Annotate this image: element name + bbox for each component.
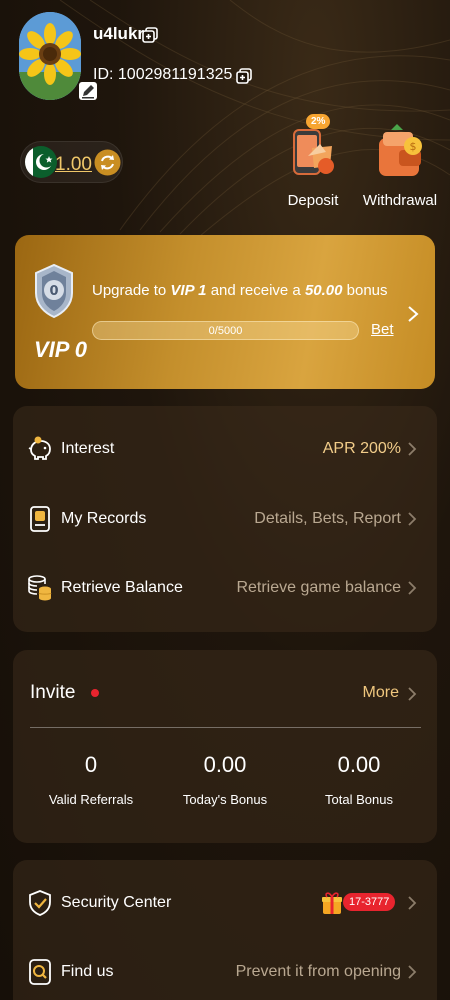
pakistan-flag-icon (25, 146, 57, 178)
withdrawal-icon: $ (369, 122, 431, 188)
retrieve-balance-label: Retrieve Balance (61, 579, 183, 596)
balance-pill[interactable]: 1.00 (20, 141, 123, 183)
menu-item-my-records[interactable]: My Records Details, Bets, Report (13, 499, 437, 539)
copy-username-icon[interactable] (142, 27, 158, 43)
gift-icon (321, 891, 343, 915)
menu-item-interest[interactable]: Interest APR 200% (13, 429, 437, 469)
menu-item-security-center[interactable]: Security Center 17-3777 (13, 883, 437, 923)
vip-progress-bar: 0/5000 (92, 321, 359, 340)
piggy-bank-icon (27, 436, 53, 462)
vip-upgrade-target: VIP 1 (170, 282, 207, 299)
svg-text:0: 0 (49, 284, 58, 299)
stat-caption: Valid Referrals (48, 792, 134, 807)
vip-upgrade-middle: and receive a (206, 282, 305, 299)
vip-progress-text: 0/5000 (208, 325, 243, 337)
stat-value: 0.00 (203, 752, 247, 777)
menu-card-main: Interest APR 200% My Records Details, Be… (13, 406, 437, 632)
sunflower-avatar-image (19, 12, 81, 100)
balance-amount: 1.00 (55, 154, 92, 175)
stat-total-bonus: 0.00 Total Bonus (294, 752, 424, 807)
interest-value: APR 200% (322, 440, 401, 457)
vip-upgrade-suffix: bonus (342, 282, 388, 299)
stat-caption: Today's Bonus (182, 792, 268, 807)
deposit-button[interactable]: 2% Deposit (268, 114, 358, 209)
chevron-right-icon (407, 580, 417, 596)
security-badge: 17-3777 (343, 893, 396, 911)
security-center-label: Security Center (61, 894, 172, 911)
vip-card[interactable]: 0 VIP 0 Upgrade to VIP 1 and receive a 5… (15, 235, 435, 389)
stat-value: 0.00 (337, 752, 381, 777)
deposit-icon: 2% (282, 114, 344, 188)
chevron-right-icon (407, 441, 417, 457)
avatar[interactable] (19, 12, 97, 100)
find-us-label: Find us (61, 963, 114, 980)
invite-title: Invite (30, 682, 76, 703)
menu-card-security: Security Center 17-3777 Find us Prevent … (13, 860, 437, 1000)
chevron-right-icon (407, 895, 417, 911)
withdrawal-button[interactable]: $ Withdrawal (355, 122, 445, 209)
deposit-label: Deposit (287, 192, 339, 209)
svg-text:$: $ (410, 140, 417, 153)
coins-stack-icon (27, 575, 53, 601)
divider (30, 727, 421, 728)
username: u4lukr (93, 24, 145, 43)
stat-caption: Total Bonus (325, 792, 393, 807)
bet-link[interactable]: Bet (371, 321, 394, 338)
menu-item-find-us[interactable]: Find us Prevent it from opening (13, 952, 437, 992)
vip-shield-icon: 0 (31, 263, 77, 319)
refresh-icon[interactable] (94, 149, 121, 176)
menu-item-retrieve-balance[interactable]: Retrieve Balance Retrieve game balance (13, 568, 437, 608)
chevron-right-icon[interactable] (407, 686, 417, 702)
interest-label: Interest (61, 440, 115, 457)
user-id: ID: 1002981191325 (93, 66, 233, 83)
vip-upgrade-prefix: Upgrade to (92, 282, 171, 299)
notification-dot (91, 689, 99, 697)
withdrawal-label: Withdrawal (362, 192, 438, 209)
profile-header: u4lukr ID: 1002981191325 1.00 2% Deposit… (0, 0, 450, 225)
my-records-label: My Records (61, 510, 147, 527)
vip-upgrade-amount: 50.00 (304, 282, 343, 299)
vip-level: VIP 0 (34, 337, 87, 362)
invite-more-link[interactable]: More (363, 684, 399, 702)
stat-todays-bonus: 0.00 Today's Bonus (160, 752, 290, 807)
stat-valid-referrals: 0 Valid Referrals (26, 752, 156, 807)
records-icon (27, 506, 53, 532)
search-doc-icon (27, 959, 53, 985)
invite-card: Invite More 0 Valid Referrals 0.00 Today… (13, 650, 437, 843)
stat-value: 0 (84, 752, 98, 777)
retrieve-balance-value: Retrieve game balance (236, 579, 401, 596)
chevron-right-icon (407, 964, 417, 980)
chevron-right-icon (407, 511, 417, 527)
shield-check-icon (27, 890, 53, 916)
chevron-right-icon[interactable] (406, 305, 420, 323)
find-us-value: Prevent it from opening (235, 963, 401, 980)
copy-id-icon[interactable] (236, 68, 252, 84)
my-records-value: Details, Bets, Report (254, 510, 401, 527)
deposit-bonus-badge: 2% (306, 114, 331, 129)
vip-upgrade-text: Upgrade to VIP 1 and receive a 50.00 bon… (92, 282, 388, 299)
